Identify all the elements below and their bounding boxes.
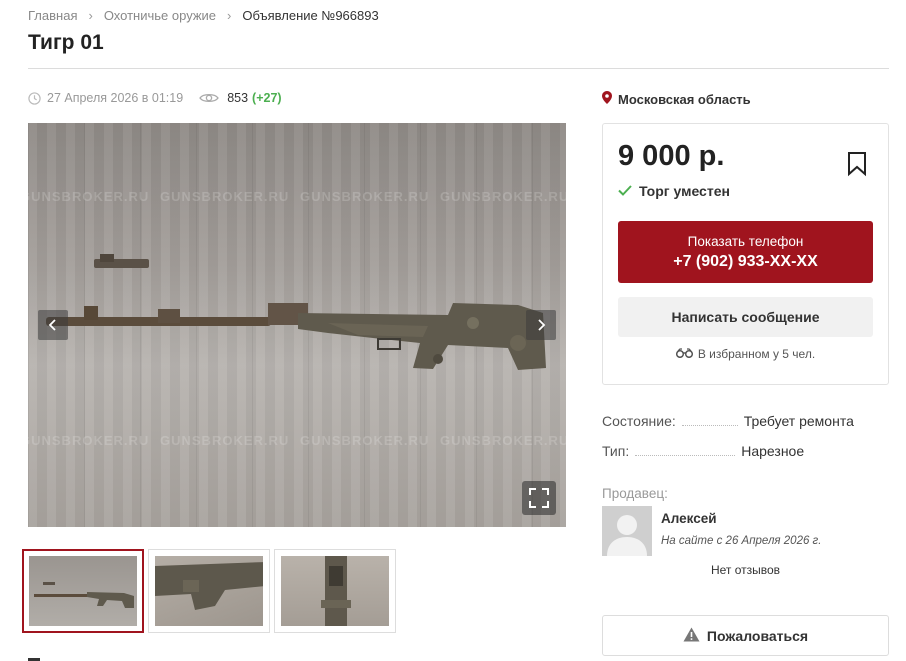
param-label: Тип: [602, 443, 630, 459]
binoculars-icon [675, 347, 698, 361]
seller-reviews[interactable]: Нет отзывов [602, 563, 889, 577]
listing-date: 27 Апреля 2026 в 01:19 [47, 91, 184, 105]
chevron-right-icon: › [227, 8, 232, 23]
listing-meta: 27 Апреля 2026 в 01:19 853 (+27) [28, 91, 282, 105]
thumbnail-strip [22, 549, 396, 633]
fullscreen-button[interactable] [522, 481, 556, 515]
breadcrumb-current: Объявление №966893 [242, 8, 379, 23]
param-type: Тип: Нарезное [602, 443, 804, 459]
map-pin-icon [602, 91, 618, 107]
chevron-left-icon [48, 319, 56, 331]
param-label: Состояние: [602, 413, 676, 429]
param-dots [681, 425, 738, 426]
title-divider [28, 68, 889, 69]
thumbnail-image [29, 556, 137, 626]
views-count: 853 [227, 91, 249, 105]
report-button[interactable]: Пожаловаться [602, 615, 889, 656]
warning-icon [683, 627, 707, 645]
param-value: Нарезное [741, 443, 805, 459]
price: 9 000 р. [618, 140, 725, 172]
fullscreen-icon [529, 488, 549, 508]
description-heading-stub [28, 655, 88, 661]
thumbnail-image [155, 556, 263, 626]
check-icon [618, 183, 639, 199]
param-dots [635, 455, 736, 456]
thumbnail-3[interactable] [274, 549, 396, 633]
next-photo-button[interactable] [526, 310, 556, 340]
avatar[interactable] [602, 506, 652, 556]
breadcrumb-home[interactable]: Главная [28, 8, 77, 23]
phone-number: +7 (902) 933-XX-XX [673, 253, 818, 270]
prev-photo-button[interactable] [38, 310, 68, 340]
favorites-text: В избранном у 5 чел. [697, 347, 816, 361]
param-value: Требует ремонта [743, 413, 854, 429]
main-photo[interactable]: GUNSBROKER.RU GUNSBROKER.RU GUNSBROKER.R… [28, 123, 566, 527]
seller-section-label: Продавец: [602, 486, 668, 501]
report-label: Пожаловаться [706, 627, 809, 644]
seller-name[interactable]: Алексей [661, 511, 717, 526]
breadcrumb-category[interactable]: Охотничье оружие [104, 8, 216, 23]
user-icon [607, 515, 647, 556]
show-phone-label: Показать телефон [687, 234, 804, 249]
write-message-button[interactable]: Написать сообщение [618, 297, 873, 337]
price-card: 9 000 р. Торг уместен Показать телефон +… [602, 123, 889, 385]
rifle-photo [46, 254, 546, 370]
bargain-badge: Торг уместен [618, 183, 730, 199]
location-text: Московская область [618, 91, 751, 107]
bookmark-button[interactable] [846, 151, 868, 182]
location: Московская область [602, 91, 751, 107]
favorites-info: В избранном у 5 чел. [603, 347, 888, 361]
show-phone-button[interactable]: Показать телефон +7 (902) 933-XX-XX [618, 221, 873, 283]
views-delta: (+27) [252, 91, 282, 105]
thumbnail-2[interactable] [148, 549, 270, 633]
thumbnail-image [281, 556, 389, 626]
eye-icon [199, 92, 219, 104]
page-title: Тигр 01 [28, 31, 104, 54]
breadcrumb: Главная › Охотничье оружие › Объявление … [28, 8, 379, 23]
chevron-right-icon: › [88, 8, 93, 23]
bargain-text: Торг уместен [639, 183, 730, 199]
clock-icon [28, 91, 41, 105]
thumbnail-1[interactable] [22, 549, 144, 633]
param-condition: Состояние: Требует ремонта [602, 413, 854, 429]
seller-since: На сайте с 26 Апреля 2026 г. [661, 535, 822, 547]
chevron-right-icon [538, 319, 546, 331]
bookmark-icon [848, 152, 866, 177]
